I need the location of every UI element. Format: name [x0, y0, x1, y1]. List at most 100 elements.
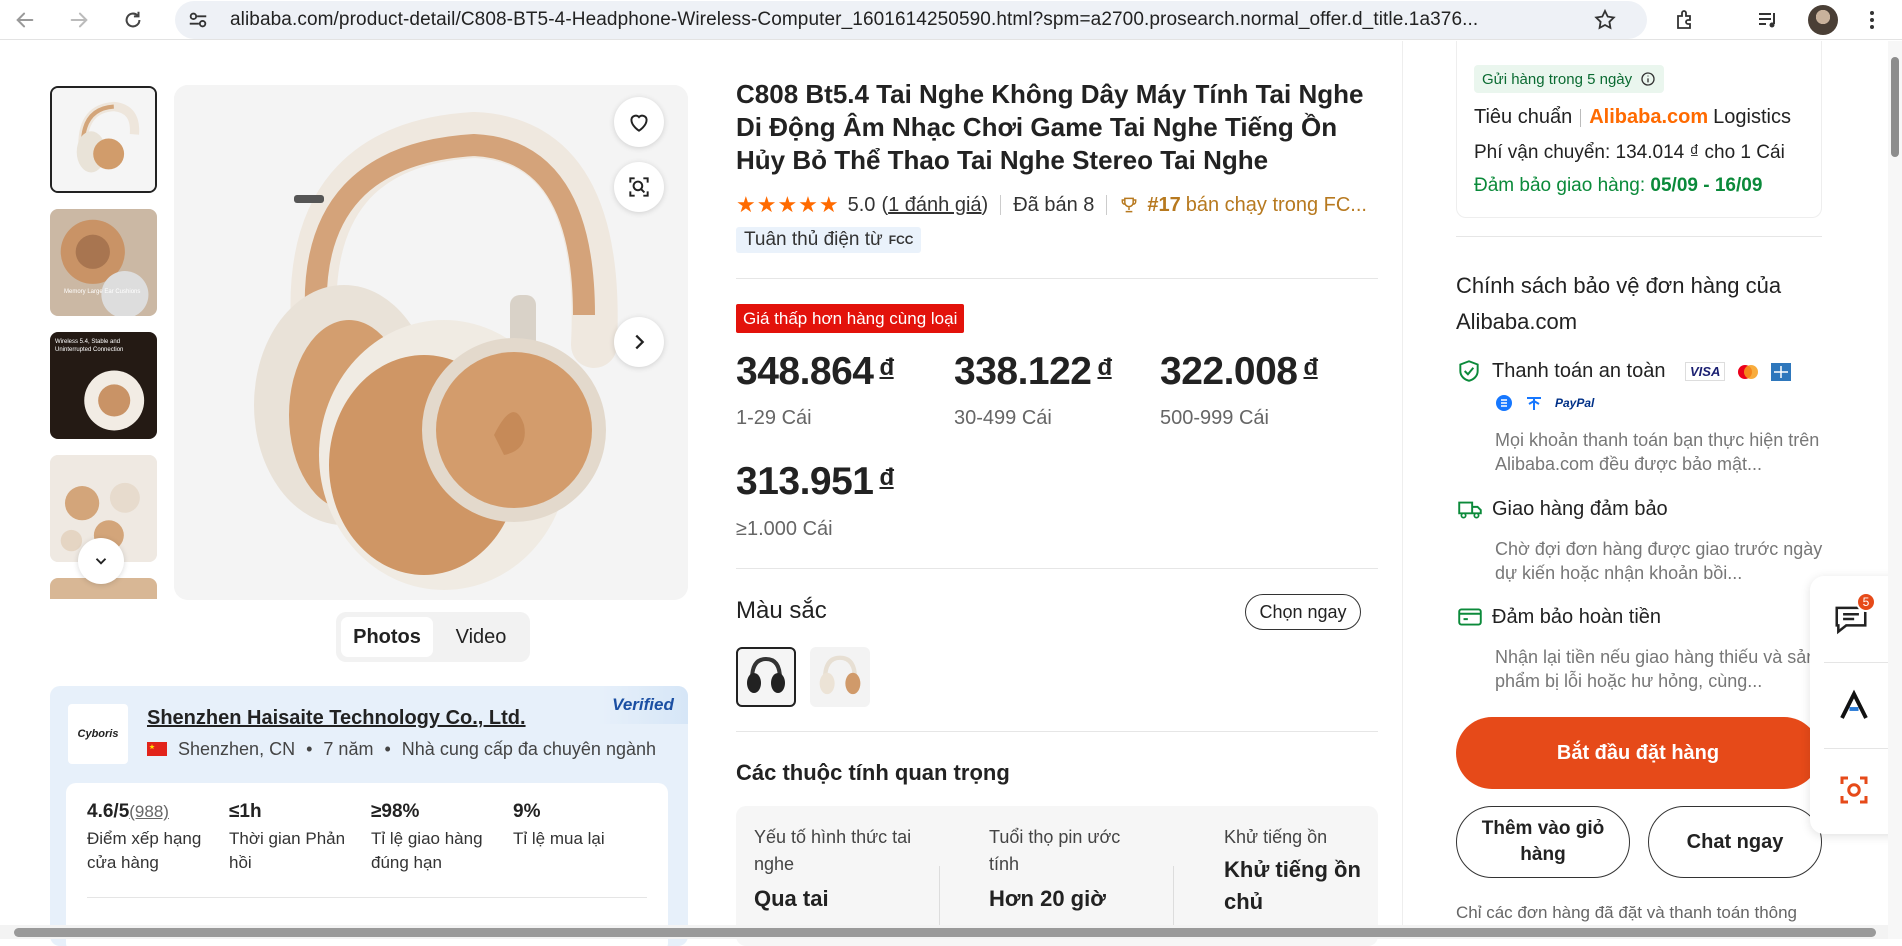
supplier-card: Verified Cyboris Shenzhen Haisaite Techn… — [50, 686, 688, 946]
qty-tier-4: ≥1.000 Cái — [736, 518, 833, 540]
messages-button[interactable]: 5 — [1832, 592, 1876, 643]
supplier-type: Nhà cung cấp đa chuyên ngành — [401, 739, 656, 759]
sold-count: Đã bán 8 — [1013, 193, 1095, 216]
stat-label: Thời gian Phản hồi — [229, 829, 346, 872]
stat-response-time: ≤1h Thời gian Phản hồi — [229, 801, 359, 875]
thumbnail-2[interactable]: Memory Large Ear Cushions — [50, 209, 157, 316]
ai-assistant-icon — [1840, 689, 1868, 719]
divider — [1402, 41, 1403, 939]
attribute-cell: Khử tiếng ồn Khử tiếng ồn chủ — [1224, 824, 1364, 918]
color-label: Màu sắc — [736, 597, 827, 624]
attribute-value: Hơn 20 giờ — [989, 886, 1106, 911]
divider — [736, 278, 1378, 279]
currency-symbol: đ — [1303, 354, 1318, 381]
choose-now-button[interactable]: Chọn ngay — [1245, 594, 1361, 630]
chevron-down-icon — [95, 558, 107, 565]
delivery-truck-icon — [1456, 496, 1484, 527]
ship-time-text: Gửi hàng trong 5 ngày — [1482, 70, 1633, 88]
tab-photos[interactable]: Photos — [341, 617, 433, 657]
reviews-link[interactable]: 1 đánh giá — [888, 194, 981, 216]
currency-symbol: đ — [879, 464, 894, 491]
stat-label: Điểm xếp hạng cửa hàng — [87, 829, 202, 872]
money-back-desc: Nhận lại tiền nếu giao hàng thiếu và sản… — [1495, 647, 1817, 691]
currency-symbol: đ — [1097, 354, 1112, 381]
main-product-image[interactable] — [174, 85, 688, 600]
chevron-right-icon — [635, 334, 645, 350]
extensions-icon[interactable] — [1673, 8, 1697, 37]
thumbnail-3-caption: Wireless 5.4, Stable and Uninterrupted C… — [55, 339, 124, 353]
stat-value: 4.6/5 — [87, 801, 130, 822]
thumbnail-3[interactable]: Wireless 5.4, Stable and Uninterrupted C… — [50, 332, 157, 439]
divider — [736, 731, 1378, 732]
mastercard-icon — [1738, 364, 1759, 379]
site-settings-icon[interactable] — [187, 9, 209, 36]
shipping-card: Gửi hàng trong 5 ngày Tiêu chuẩn Alibaba… — [1456, 41, 1822, 218]
price-value: 338.122 — [954, 350, 1092, 393]
vertical-scrollbar-thumb[interactable] — [1891, 57, 1899, 157]
start-order-button[interactable]: Bắt đầu đặt hàng — [1456, 717, 1820, 789]
ai-assistant-button[interactable] — [1836, 688, 1872, 729]
divider — [1824, 662, 1888, 663]
china-flag-icon — [147, 742, 167, 756]
order-footnote: Chỉ các đơn hàng đã đặt và thanh toán th… — [1456, 903, 1798, 922]
thumbnails-scroll-down-button[interactable] — [78, 538, 124, 584]
image-search-floating-button[interactable] — [1836, 772, 1872, 813]
price-value: 313.951 — [736, 460, 874, 503]
stat-review-count-link[interactable]: (988) — [129, 802, 169, 821]
stat-ontime-rate: ≥98% Tỉ lệ giao hàng đúng hạn — [371, 801, 486, 875]
stat-label: Tỉ lệ mua lại — [513, 829, 605, 848]
horizontal-scrollbar-thumb[interactable] — [14, 928, 1876, 937]
shipping-method: Tiêu chuẩn Alibaba.com Logistics — [1474, 106, 1791, 129]
payment-logos-row2: PayPal — [1495, 394, 1594, 412]
visa-icon: VISA — [1685, 362, 1726, 381]
stat-label: Tỉ lệ giao hàng đúng hạn — [371, 829, 483, 872]
forward-icon[interactable] — [64, 5, 94, 35]
info-icon[interactable] — [1640, 71, 1656, 87]
attribute-name: Khử tiếng ồn — [1224, 827, 1328, 847]
divider — [939, 866, 940, 926]
stat-reorder-rate: 9% Tỉ lệ mua lại — [513, 801, 653, 851]
bestseller-text[interactable]: bán chạy trong FC... — [1186, 194, 1367, 217]
profile-avatar[interactable] — [1808, 5, 1838, 35]
more-menu-icon[interactable] — [1868, 8, 1876, 37]
browser-toolbar: alibaba.com/product-detail/C808-BT5-4-He… — [0, 0, 1902, 40]
payment-logos: VISA — [1685, 362, 1792, 381]
image-search-button[interactable] — [614, 162, 664, 212]
color-swatch-black[interactable] — [736, 647, 796, 707]
back-icon[interactable] — [10, 5, 40, 35]
add-to-cart-button[interactable]: Thêm vào giỏ hàng — [1456, 806, 1630, 878]
supplier-location: Shenzhen, CN — [178, 739, 296, 759]
qty-tier-2: 30-499 Cái — [954, 407, 1052, 429]
color-swatch-beige[interactable] — [810, 647, 870, 707]
tab-video[interactable]: Video — [436, 617, 526, 657]
delivery-guarantee: Đảm bảo giao hàng: 05/09 - 16/09 — [1474, 175, 1762, 197]
separator: • — [384, 739, 391, 759]
bookmark-star-icon[interactable] — [1593, 8, 1617, 37]
media-control-icon[interactable] — [1756, 8, 1780, 37]
chat-now-button[interactable]: Chat ngay — [1648, 806, 1822, 878]
thumbnail-1[interactable] — [50, 86, 157, 193]
price-tier-3: 322.008 đ — [1160, 350, 1318, 394]
refund-icon — [1456, 604, 1484, 635]
logistics-text: Logistics — [1713, 106, 1791, 128]
fcc-logo: FCC — [888, 233, 914, 247]
bestseller-rank[interactable]: #17 — [1147, 194, 1180, 217]
horizontal-scrollbar[interactable] — [0, 925, 1888, 939]
stat-value: ≤1h — [229, 801, 262, 822]
next-image-button[interactable] — [614, 317, 664, 367]
thumbnail-2-caption: Memory Large Ear Cushions — [64, 289, 141, 295]
guaranteed-delivery-title: Giao hàng đảm bảo — [1492, 498, 1668, 520]
stat-value: 9% — [513, 801, 541, 822]
attribute-cell: Yếu tố hình thức tai nghe Qua tai — [754, 824, 914, 912]
product-title: C808 Bt5.4 Tai Nghe Không Dây Máy Tính T… — [736, 79, 1364, 175]
guaranteed-delivery-desc: Chờ đợi đơn hàng được giao trước ngày dự… — [1495, 539, 1823, 583]
separator: • — [306, 739, 313, 759]
reload-icon[interactable] — [118, 5, 148, 35]
vertical-scrollbar[interactable] — [1888, 41, 1902, 939]
supplier-years: 7 năm — [323, 739, 374, 759]
low-price-badge: Giá thấp hơn hàng cùng loại — [736, 304, 965, 333]
supplier-name-link[interactable]: Shenzhen Haisaite Technology Co., Ltd. — [147, 707, 526, 730]
paypal-icon: PayPal — [1555, 396, 1595, 410]
divider — [1456, 236, 1822, 237]
favorite-button[interactable] — [614, 97, 664, 147]
